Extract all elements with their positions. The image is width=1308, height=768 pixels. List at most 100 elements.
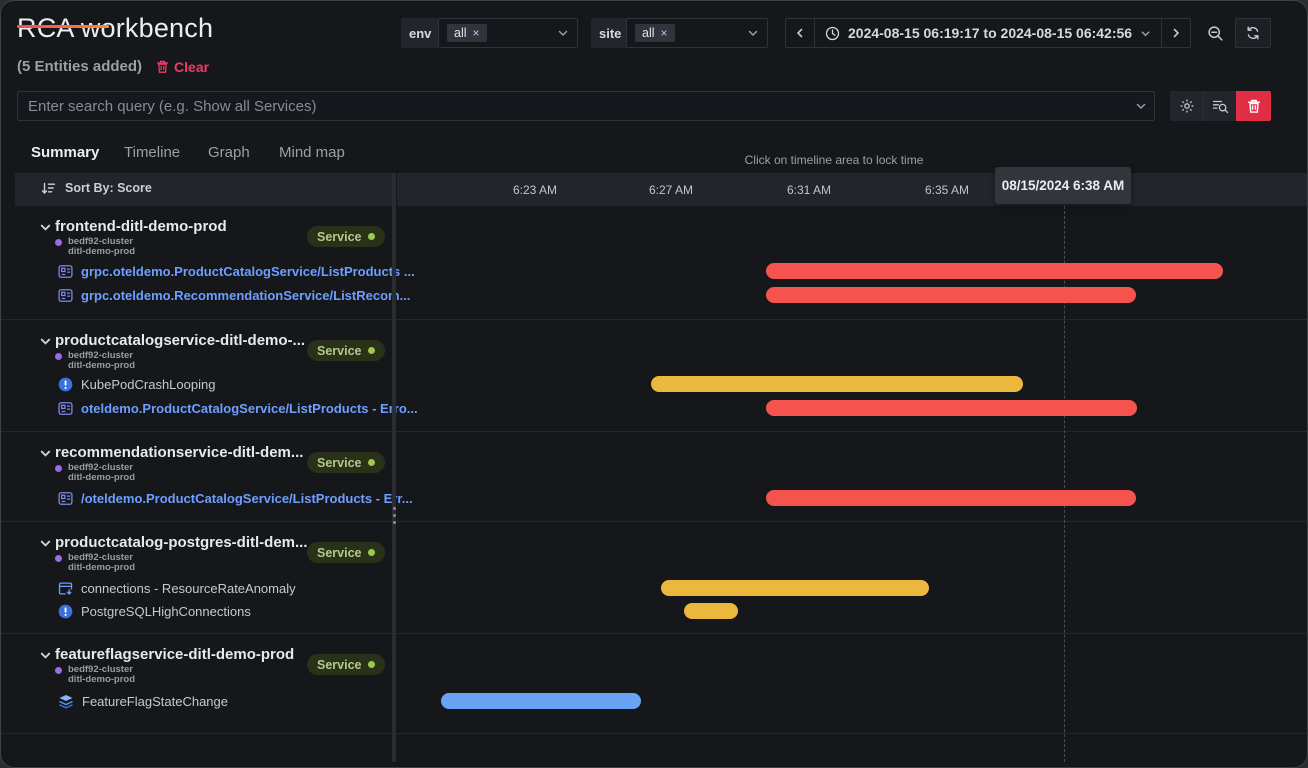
search-list-icon <box>1212 99 1229 114</box>
query-settings-button[interactable] <box>1170 91 1203 121</box>
time-range-back-button[interactable] <box>786 19 814 47</box>
cluster-dot-icon <box>55 555 62 562</box>
tab-graph[interactable]: Graph <box>208 144 250 161</box>
entity-child-link-row[interactable]: grpc.oteldemo.RecommendationService/List… <box>58 287 410 303</box>
axis-tick-label: 6:23 AM <box>513 183 557 197</box>
entity-child-link-row[interactable]: grpc.oteldemo.ProductCatalogService/List… <box>58 263 415 279</box>
time-range-picker[interactable]: 2024-08-15 06:19:17 to 2024-08-15 06:42:… <box>814 19 1161 47</box>
entity-name[interactable]: frontend-ditl-demo-prod <box>55 218 227 235</box>
site-filter-chip: all × <box>635 24 675 42</box>
badge-status-dot-icon <box>368 549 375 556</box>
refresh-icon <box>1245 25 1261 41</box>
tab-mind-map[interactable]: Mind map <box>279 144 345 161</box>
badge-status-dot-icon <box>368 233 375 240</box>
sort-by-control[interactable]: Sort By: Score <box>41 181 152 195</box>
entity-child-link-row[interactable]: /oteldemo.ProductCatalogService/ListProd… <box>58 490 413 506</box>
child-label: /oteldemo.ProductCatalogService/ListProd… <box>81 491 413 506</box>
group-expand-chevron-icon[interactable] <box>39 221 52 234</box>
entity-name[interactable]: featureflagservice-ditl-demo-prod <box>55 646 294 663</box>
timeline-bar[interactable] <box>661 580 929 596</box>
trace-icon <box>58 401 73 416</box>
time-range-forward-button[interactable] <box>1161 19 1190 47</box>
child-label: PostgreSQLHighConnections <box>81 604 251 619</box>
remove-env-value-icon[interactable]: × <box>473 26 480 40</box>
timeline-bar[interactable] <box>441 693 641 709</box>
remove-site-value-icon[interactable]: × <box>661 26 668 40</box>
group-expand-chevron-icon[interactable] <box>39 537 52 550</box>
timeline-bar[interactable] <box>766 263 1223 279</box>
timeline-bar[interactable] <box>766 400 1137 416</box>
panel-resize-divider[interactable] <box>392 173 396 762</box>
entity-child-row[interactable]: connections - ResourceRateAnomaly <box>58 580 296 596</box>
child-label: oteldemo.ProductCatalogService/ListProdu… <box>81 401 418 416</box>
entity-child-row[interactable]: FeatureFlagStateChange <box>58 693 228 709</box>
entity-child-row[interactable]: KubePodCrashLooping <box>58 376 215 392</box>
group-separator <box>1 633 1308 634</box>
timeline-bar[interactable] <box>651 376 1023 392</box>
axis-tick-label: 6:27 AM <box>649 183 693 197</box>
cluster-dot-icon <box>55 239 62 246</box>
timeline-bar[interactable] <box>766 490 1136 506</box>
cluster-dot-icon <box>55 353 62 360</box>
zoom-out-time-button[interactable] <box>1200 18 1230 48</box>
anomaly-icon <box>58 581 73 596</box>
page-title: RCA workbench <box>17 13 213 44</box>
alert-info-icon <box>58 377 73 392</box>
lock-time-tooltip: 08/15/2024 6:38 AM <box>995 167 1131 204</box>
child-label: grpc.oteldemo.ProductCatalogService/List… <box>81 264 415 279</box>
entity-name[interactable]: recommendationservice-ditl-dem... <box>55 444 303 461</box>
entities-added-count: (5 Entities added) <box>17 58 142 75</box>
axis-tick-label: 6:31 AM <box>787 183 831 197</box>
divider-drag-handle-icon[interactable] <box>391 507 397 524</box>
group-separator <box>1 431 1308 432</box>
entity-namespace: ditl-demo-prod <box>68 473 135 483</box>
chevron-down-icon <box>1140 28 1151 39</box>
layers-icon <box>58 694 74 709</box>
refresh-button[interactable] <box>1235 18 1271 48</box>
tab-summary[interactable]: Summary <box>31 144 99 161</box>
trace-icon <box>58 288 73 303</box>
entity-namespace: ditl-demo-prod <box>68 563 135 573</box>
query-inspector-button[interactable] <box>1203 91 1236 121</box>
cluster-dot-icon <box>55 465 62 472</box>
group-expand-chevron-icon[interactable] <box>39 649 52 662</box>
entity-name[interactable]: productcatalog-postgres-ditl-dem... <box>55 534 308 551</box>
group-separator <box>1 319 1308 320</box>
alert-info-icon <box>58 604 73 619</box>
group-expand-chevron-icon[interactable] <box>39 335 52 348</box>
chevron-down-icon <box>557 27 569 39</box>
child-label: FeatureFlagStateChange <box>82 694 228 709</box>
badge-status-dot-icon <box>368 459 375 466</box>
zoom-out-icon <box>1207 25 1224 42</box>
tab-timeline[interactable]: Timeline <box>124 144 180 161</box>
site-filter-label: site <box>591 18 629 48</box>
group-separator <box>1 733 1308 734</box>
badge-status-dot-icon <box>368 347 375 354</box>
timeline-bar[interactable] <box>684 603 738 619</box>
group-expand-chevron-icon[interactable] <box>39 447 52 460</box>
child-label: grpc.oteldemo.RecommendationService/List… <box>81 288 410 303</box>
axis-tick-label: 6:35 AM <box>925 183 969 197</box>
entity-child-row[interactable]: PostgreSQLHighConnections <box>58 603 251 619</box>
env-filter-label: env <box>401 18 439 48</box>
entity-child-link-row[interactable]: oteldemo.ProductCatalogService/ListProdu… <box>58 400 418 416</box>
trace-icon <box>58 264 73 279</box>
delete-query-button[interactable] <box>1236 91 1271 121</box>
service-type-badge: Service <box>307 452 385 473</box>
child-label: KubePodCrashLooping <box>81 377 215 392</box>
group-separator <box>1 521 1308 522</box>
gear-icon <box>1179 98 1195 114</box>
entity-name[interactable]: productcatalogservice-ditl-demo-... <box>55 332 305 349</box>
cluster-dot-icon <box>55 667 62 674</box>
env-filter-select[interactable]: all × <box>438 18 578 48</box>
site-filter-select[interactable]: all × <box>626 18 768 48</box>
entity-namespace: ditl-demo-prod <box>68 361 135 371</box>
env-filter-chip: all × <box>447 24 487 42</box>
chevron-right-icon <box>1170 27 1182 39</box>
timeline-bar[interactable] <box>766 287 1136 303</box>
service-type-badge: Service <box>307 542 385 563</box>
clear-entities-button[interactable]: Clear <box>156 59 209 75</box>
chevron-down-icon <box>747 27 759 39</box>
entity-namespace: ditl-demo-prod <box>68 675 135 685</box>
search-input[interactable] <box>17 91 1155 121</box>
